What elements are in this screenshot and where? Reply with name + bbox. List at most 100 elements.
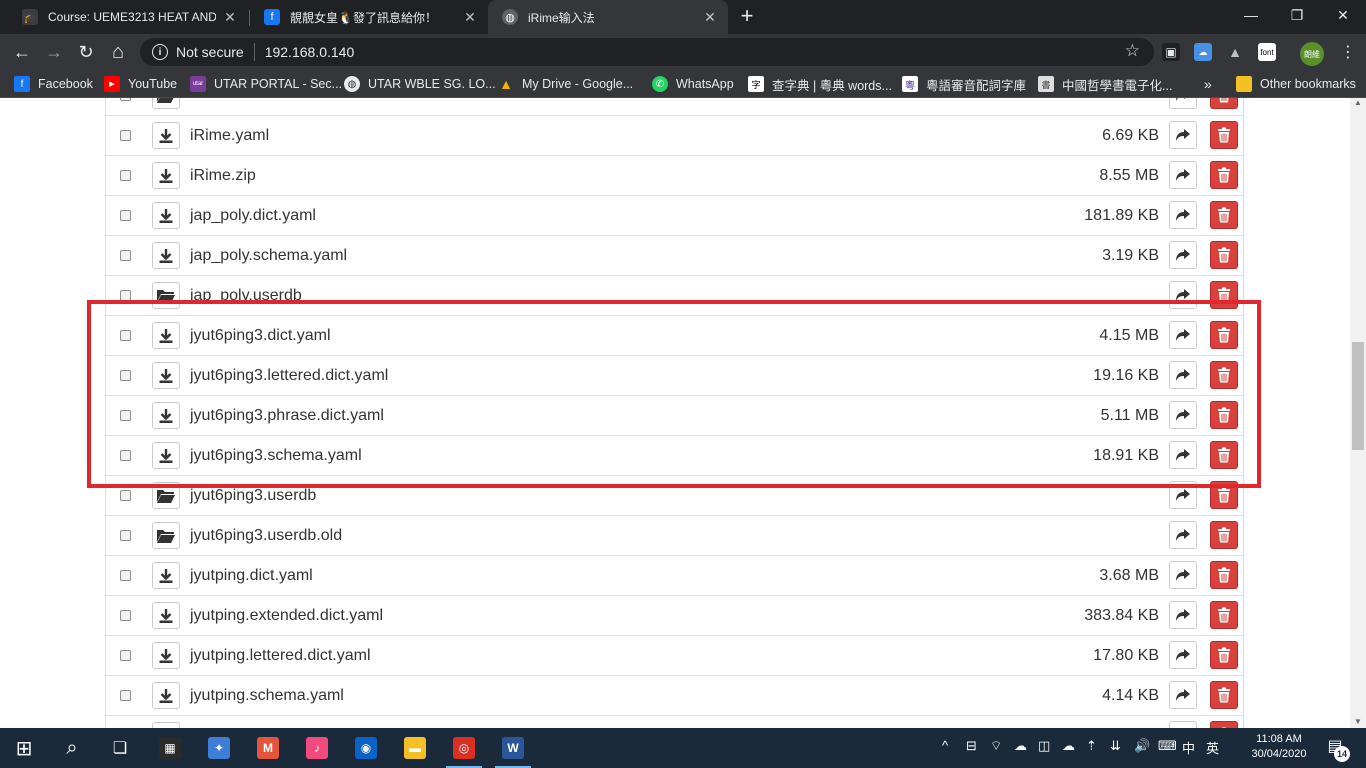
- tray-icon[interactable]: 英: [1206, 738, 1219, 757]
- bookmark-ctext[interactable]: 書 中國哲學書電子化...: [1038, 75, 1172, 93]
- bookmark-utar-wble[interactable]: ◍ UTAR WBLE SG. LO...: [344, 75, 496, 93]
- delete-button[interactable]: [1210, 201, 1238, 229]
- file-explorer-app[interactable]: ▬: [393, 732, 437, 764]
- file-name[interactable]: jyut6ping3.userdb: [190, 487, 316, 505]
- home-button[interactable]: ⌂: [104, 38, 132, 66]
- tray-icon[interactable]: ⌨: [1158, 738, 1177, 754]
- file-name[interactable]: iRime.yaml: [190, 127, 269, 145]
- delete-button[interactable]: [1210, 641, 1238, 669]
- file-row[interactable]: [106, 715, 1243, 728]
- tray-icon[interactable]: ⇊: [1110, 738, 1121, 754]
- download-button[interactable]: [152, 602, 180, 629]
- bookmark-facebook[interactable]: f Facebook: [14, 75, 93, 93]
- delete-button[interactable]: [1210, 161, 1238, 189]
- menu-icon[interactable]: ⋮: [1340, 42, 1356, 66]
- scroll-down-icon[interactable]: ▼: [1354, 717, 1362, 726]
- scrollbar[interactable]: ▲ ▼: [1350, 98, 1366, 728]
- file-row[interactable]: iRime.zip 8.55 MB: [106, 155, 1243, 195]
- close-icon[interactable]: ✕: [462, 9, 478, 25]
- extension-icon[interactable]: ▣: [1162, 43, 1180, 61]
- bookmark-utar-portal[interactable]: utar UTAR PORTAL - Sec...: [190, 75, 342, 93]
- row-checkbox[interactable]: [120, 570, 131, 581]
- scrollbar-thumb[interactable]: [1352, 342, 1364, 450]
- download-button[interactable]: [152, 242, 180, 269]
- tray-icon[interactable]: ⌔: [990, 738, 1002, 754]
- share-button[interactable]: [1169, 721, 1197, 728]
- file-name[interactable]: jyutping.schema.yaml: [190, 687, 344, 705]
- bookmark-star-icon[interactable]: ☆: [1125, 41, 1140, 61]
- row-checkbox[interactable]: [120, 98, 131, 101]
- file-name[interactable]: jyutping.lettered.dict.yaml: [190, 647, 371, 665]
- close-window-button[interactable]: ✕: [1320, 0, 1366, 30]
- word-app[interactable]: W: [491, 732, 535, 768]
- file-name[interactable]: jyut6ping3.userdb.old: [190, 527, 342, 545]
- row-checkbox[interactable]: [120, 690, 131, 701]
- tray-icon[interactable]: 中: [1182, 738, 1195, 757]
- file-row[interactable]: iRime.yaml 6.69 KB: [106, 115, 1243, 155]
- download-button[interactable]: [152, 562, 180, 589]
- file-row[interactable]: jyut6ping3.userdb.old: [106, 515, 1243, 555]
- close-icon[interactable]: ✕: [702, 9, 718, 25]
- task-view-button[interactable]: ❏: [98, 732, 142, 764]
- share-button[interactable]: [1169, 601, 1197, 629]
- delete-button[interactable]: [1210, 561, 1238, 589]
- tray-icon[interactable]: ⊟: [966, 738, 977, 754]
- forward-button[interactable]: →: [40, 38, 68, 66]
- delete-button[interactable]: [1210, 521, 1238, 549]
- share-button[interactable]: [1169, 98, 1197, 109]
- file-row[interactable]: jyutping.lettered.dict.yaml 17.80 KB: [106, 635, 1243, 675]
- font-extension-icon[interactable]: font: [1258, 43, 1276, 61]
- tray-icon[interactable]: ◫: [1038, 738, 1050, 754]
- itunes-app[interactable]: ♪: [295, 732, 339, 764]
- file-row[interactable]: jap_poly.schema.yaml 3.19 KB: [106, 235, 1243, 275]
- file-name[interactable]: jyutping.dict.yaml: [190, 567, 313, 585]
- delete-button[interactable]: [1210, 681, 1238, 709]
- bookmark-whatsapp[interactable]: ✆ WhatsApp: [652, 75, 734, 93]
- new-tab-button[interactable]: +: [734, 5, 760, 29]
- scroll-up-icon[interactable]: ▲: [1354, 98, 1362, 107]
- file-name[interactable]: iRime.zip: [190, 167, 256, 185]
- delete-button[interactable]: [1210, 601, 1238, 629]
- file-name[interactable]: jyutping.extended.dict.yaml: [190, 607, 383, 625]
- share-button[interactable]: [1169, 521, 1197, 549]
- info-icon[interactable]: i: [152, 44, 168, 60]
- tray-icon[interactable]: ☁: [1014, 738, 1027, 754]
- drive-extension-icon[interactable]: ▲: [1226, 43, 1244, 61]
- delete-button[interactable]: [1210, 241, 1238, 269]
- tab-facebook[interactable]: f 靚靚女皇🐧發了訊息給你！ ✕: [250, 0, 488, 34]
- download-button[interactable]: [152, 202, 180, 229]
- open-folder-button[interactable]: [152, 98, 180, 109]
- file-row[interactable]: jyutping.schema.yaml 4.14 KB: [106, 675, 1243, 715]
- other-bookmarks[interactable]: Other bookmarks: [1236, 75, 1356, 93]
- download-button[interactable]: [152, 642, 180, 669]
- row-checkbox[interactable]: [120, 610, 131, 621]
- bookmark-google-drive[interactable]: ▲ My Drive - Google...: [498, 75, 633, 93]
- chrome-app[interactable]: ◎: [442, 732, 486, 768]
- delete-button[interactable]: [1210, 121, 1238, 149]
- url-text[interactable]: 192.168.0.140: [265, 44, 355, 60]
- share-button[interactable]: [1169, 121, 1197, 149]
- row-checkbox[interactable]: [120, 170, 131, 181]
- row-checkbox[interactable]: [120, 650, 131, 661]
- delete-button[interactable]: [1210, 98, 1238, 109]
- matlab-app[interactable]: M: [246, 732, 290, 764]
- row-checkbox[interactable]: [120, 490, 131, 501]
- tray-icon[interactable]: ☁: [1062, 738, 1075, 754]
- tab-irime[interactable]: ◍ iRime输入法 ✕: [488, 0, 728, 34]
- address-bar[interactable]: i Not secure 192.168.0.140 ☆: [140, 38, 1154, 66]
- tab-course[interactable]: 🎓 Course: UEME3213 HEAT AND MASS TRANSFE…: [8, 0, 248, 34]
- kite-app[interactable]: ✦: [197, 732, 241, 764]
- download-button[interactable]: [152, 162, 180, 189]
- bookmark-youtube[interactable]: ▶ YouTube: [104, 75, 177, 93]
- file-row[interactable]: jyutping.extended.dict.yaml 383.84 KB: [106, 595, 1243, 635]
- system-clock[interactable]: 11:08 AM 30/04/2020: [1244, 732, 1314, 762]
- tray-icon[interactable]: ⇡: [1086, 738, 1097, 754]
- bookmark-dictionary[interactable]: 字 查字典 | 粵典 words...: [748, 75, 892, 93]
- share-button[interactable]: [1169, 641, 1197, 669]
- row-checkbox[interactable]: [120, 530, 131, 541]
- cloud-extension-icon[interactable]: ☁: [1194, 43, 1212, 61]
- share-button[interactable]: [1169, 241, 1197, 269]
- share-button[interactable]: [1169, 161, 1197, 189]
- row-checkbox[interactable]: [120, 250, 131, 261]
- photos-app[interactable]: ◉: [344, 732, 388, 764]
